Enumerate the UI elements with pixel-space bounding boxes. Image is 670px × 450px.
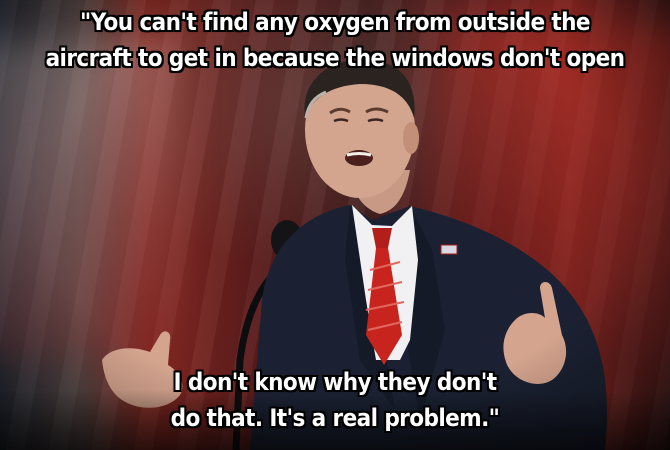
top-caption-line-1: "You can't find any oxygen from outside …	[80, 8, 591, 36]
bottom-caption-line-1: I don't know why they don't	[173, 368, 498, 396]
bottom-caption-line-2: do that. It's a real problem."	[170, 404, 500, 432]
top-caption: "You can't find any oxygen from outside …	[0, 4, 670, 76]
bottom-caption: I don't know why they don't do that. It'…	[0, 364, 670, 436]
top-caption-line-2: aircraft to get in because the windows d…	[45, 44, 625, 72]
meme-image: "You can't find any oxygen from outside …	[0, 0, 670, 450]
